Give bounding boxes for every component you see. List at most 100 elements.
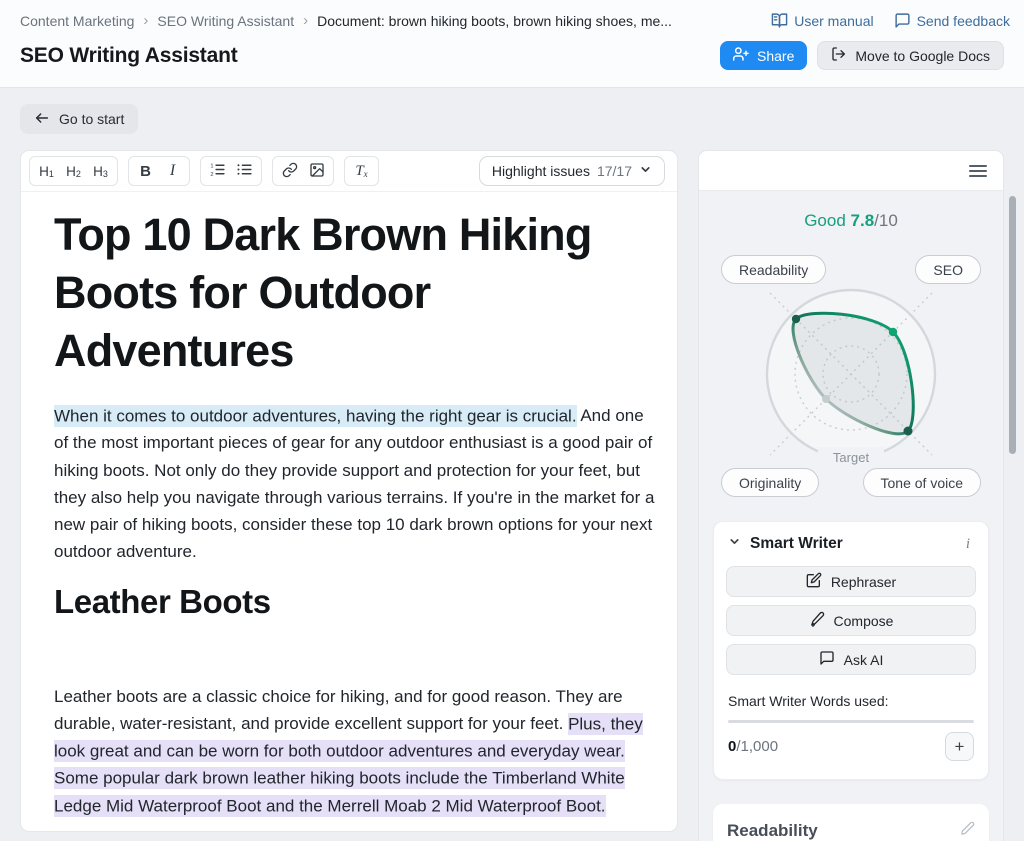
- chevron-down-icon: [639, 163, 652, 179]
- sidebar-scrollbar[interactable]: [1009, 196, 1016, 454]
- user-manual-link[interactable]: User manual: [771, 12, 873, 29]
- ask-ai-button[interactable]: Ask AI: [726, 644, 976, 675]
- share-label: Share: [757, 48, 794, 64]
- document-editor[interactable]: Top 10 Dark Brown Hiking Boots for Outdo…: [21, 192, 677, 819]
- heading-button-group: H1 H2 H3: [29, 156, 118, 186]
- go-to-start-label: Go to start: [59, 111, 124, 127]
- send-feedback-label: Send feedback: [917, 13, 1010, 29]
- title-actions: Share Move to Google Docs: [720, 41, 1004, 70]
- h2-sub: 2: [76, 169, 81, 179]
- rephraser-button[interactable]: Rephraser: [726, 566, 976, 597]
- bullet-list-button[interactable]: [232, 159, 257, 183]
- words-usage-row: 0/1,000 +: [726, 732, 976, 761]
- heading-2-button[interactable]: H2: [61, 159, 86, 183]
- list-button-group: 12: [200, 156, 262, 186]
- link-button[interactable]: [277, 159, 302, 183]
- doc-text-segment: When it comes to outdoor adventures, hav…: [54, 405, 577, 427]
- seo-score-dot: [889, 328, 897, 336]
- top-links: User manual Send feedback: [771, 12, 1010, 29]
- export-icon: [831, 46, 847, 65]
- clear-formatting-button[interactable]: Tx: [349, 159, 374, 183]
- h3-label: H: [93, 164, 103, 179]
- breadcrumb-item-document: Document: brown hiking boots, brown hiki…: [317, 13, 672, 29]
- sidebar-header: [699, 151, 1003, 191]
- svg-text:2: 2: [210, 172, 213, 178]
- score-radar-chart: Target: [711, 286, 991, 470]
- move-to-google-docs-label: Move to Google Docs: [855, 48, 990, 64]
- breadcrumb: Content Marketing › SEO Writing Assistan…: [20, 12, 672, 29]
- h3-sub: 3: [103, 169, 108, 179]
- seo-pill[interactable]: SEO: [915, 255, 981, 284]
- score-pills-bottom: Originality Tone of voice: [721, 468, 981, 497]
- breadcrumb-item-seo-writing-assistant[interactable]: SEO Writing Assistant: [157, 13, 294, 29]
- share-button[interactable]: Share: [720, 41, 807, 70]
- smart-writer-header[interactable]: Smart Writer i: [726, 535, 976, 553]
- smart-writer-section: Smart Writer i Rephraser Compose Ask A: [713, 521, 989, 780]
- person-plus-icon: [733, 46, 749, 65]
- compose-button[interactable]: Compose: [726, 605, 976, 636]
- bullet-list-icon: [236, 161, 253, 181]
- score-sidebar: Good 7.8/10 Readability SEO: [698, 150, 1004, 841]
- hamburger-menu-icon[interactable]: [969, 162, 987, 180]
- svg-text:1: 1: [210, 163, 213, 169]
- seo-writing-assistant-page: Content Marketing › SEO Writing Assistan…: [0, 0, 1024, 841]
- score-value: 7.8: [851, 211, 875, 230]
- readability-section: Readability: [713, 804, 989, 841]
- pencil-icon: [960, 821, 975, 841]
- italic-button[interactable]: I: [160, 159, 185, 183]
- words-limit-value: /1,000: [736, 738, 778, 755]
- feedback-bubble-icon: [894, 12, 911, 29]
- originality-pill[interactable]: Originality: [721, 468, 819, 497]
- editor-panel: H1 H2 H3 B I 12: [20, 150, 678, 832]
- breadcrumb-separator-icon: ›: [143, 12, 148, 29]
- document-h1: Top 10 Dark Brown Hiking Boots for Outdo…: [54, 206, 655, 380]
- readability-title: Readability: [727, 821, 818, 841]
- image-icon: [309, 162, 325, 181]
- highlight-issues-count: 17/17: [597, 163, 632, 179]
- bold-button[interactable]: B: [133, 159, 158, 183]
- score-pills-top: Readability SEO: [721, 255, 981, 284]
- doc-text-segment: And one of the most important pieces of …: [54, 406, 654, 561]
- highlight-issues-label: Highlight issues: [492, 163, 590, 179]
- words-used-label: Smart Writer Words used:: [726, 693, 976, 709]
- h1-label: H: [39, 164, 49, 179]
- tone-score-dot: [904, 427, 913, 436]
- score-max: /10: [874, 211, 898, 230]
- breadcrumb-row: Content Marketing › SEO Writing Assistan…: [20, 12, 1010, 29]
- insert-image-button[interactable]: [304, 159, 329, 183]
- compose-label: Compose: [834, 613, 894, 629]
- tone-of-voice-pill[interactable]: Tone of voice: [863, 468, 982, 497]
- add-words-button[interactable]: +: [945, 732, 974, 761]
- insert-button-group: [272, 156, 334, 186]
- ask-ai-label: Ask AI: [844, 652, 884, 668]
- ask-ai-icon: [819, 650, 835, 669]
- document-paragraph-1: When it comes to outdoor adventures, hav…: [54, 402, 655, 565]
- book-icon: [771, 12, 788, 29]
- heading-3-button[interactable]: H3: [88, 159, 113, 183]
- words-used-progress-bar: [728, 720, 974, 723]
- go-to-start-button[interactable]: Go to start: [20, 104, 138, 134]
- highlight-issues-dropdown[interactable]: Highlight issues 17/17: [479, 156, 665, 186]
- clear-format-group: Tx: [344, 156, 379, 186]
- top-bar: Content Marketing › SEO Writing Assistan…: [0, 0, 1024, 88]
- heading-1-button[interactable]: H1: [34, 159, 59, 183]
- format-button-group: B I: [128, 156, 190, 186]
- score-label: Good: [804, 211, 846, 230]
- overall-score: Good 7.8/10: [699, 191, 1003, 231]
- readability-pill[interactable]: Readability: [721, 255, 826, 284]
- doc-text-segment: Leather boots are a classic choice for h…: [54, 687, 623, 733]
- send-feedback-link[interactable]: Send feedback: [894, 12, 1010, 29]
- link-icon: [282, 162, 298, 181]
- readability-header[interactable]: Readability: [727, 821, 975, 841]
- h1-sub: 1: [49, 169, 54, 179]
- breadcrumb-item-content-marketing[interactable]: Content Marketing: [20, 13, 134, 29]
- breadcrumb-separator-icon: ›: [303, 12, 308, 29]
- tx-label: T: [355, 163, 363, 180]
- info-icon[interactable]: i: [962, 536, 974, 553]
- ordered-list-icon: 12: [209, 161, 226, 181]
- ordered-list-button[interactable]: 12: [205, 159, 230, 183]
- document-paragraph-2: Leather boots are a classic choice for h…: [54, 683, 655, 819]
- smart-writer-title: Smart Writer: [750, 535, 953, 553]
- target-label: Target: [833, 450, 870, 465]
- move-to-google-docs-button[interactable]: Move to Google Docs: [817, 41, 1004, 70]
